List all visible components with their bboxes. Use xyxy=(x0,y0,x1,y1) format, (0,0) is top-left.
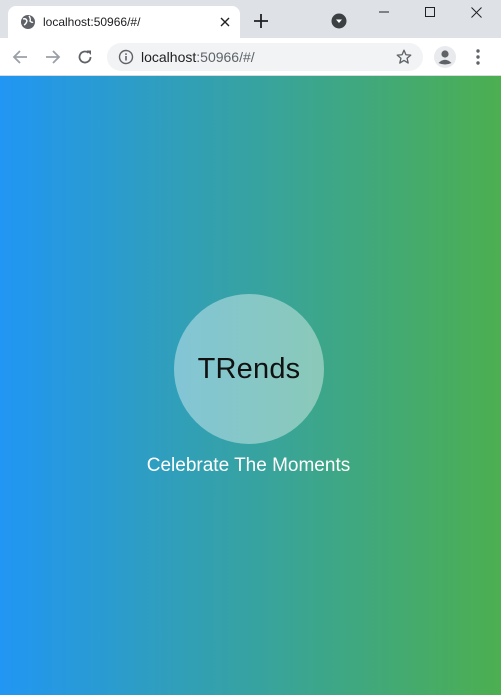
globe-icon xyxy=(21,15,35,29)
star-icon[interactable] xyxy=(395,48,413,66)
close-tab-icon[interactable] xyxy=(216,13,234,31)
more-menu-button[interactable] xyxy=(468,47,488,67)
logo-circle: TRends xyxy=(174,294,324,444)
minimize-icon xyxy=(379,11,389,13)
reload-icon xyxy=(78,50,92,64)
browser-tab[interactable]: localhost:50966/#/ xyxy=(8,6,240,38)
url-host: localhost xyxy=(141,49,197,65)
close-icon xyxy=(470,6,482,18)
address-bar[interactable]: localhost:50966/#/ xyxy=(107,43,423,71)
forward-button[interactable] xyxy=(43,47,63,67)
minimize-button[interactable] xyxy=(361,0,407,24)
maximize-button[interactable] xyxy=(407,0,453,24)
page-viewport: TRends Celebrate The Moments xyxy=(0,76,501,695)
browser-titlebar: localhost:50966/#/ xyxy=(0,0,501,38)
browser-toolbar: localhost:50966/#/ xyxy=(0,38,501,76)
url-text[interactable]: localhost:50966/#/ xyxy=(141,49,255,65)
maximize-icon xyxy=(425,7,435,17)
logo-text: TRends xyxy=(197,352,301,385)
arrow-left-icon xyxy=(12,50,27,64)
vertical-dots-icon xyxy=(476,49,480,65)
back-button[interactable] xyxy=(10,47,30,67)
close-window-button[interactable] xyxy=(453,0,499,24)
reload-button[interactable] xyxy=(75,47,95,67)
tagline: Celebrate The Moments xyxy=(146,455,351,476)
info-icon[interactable] xyxy=(118,49,134,65)
url-path: :50966/#/ xyxy=(196,49,255,65)
new-tab-button[interactable] xyxy=(251,11,271,31)
tab-title: localhost:50966/#/ xyxy=(43,15,141,29)
plus-icon xyxy=(254,14,268,28)
arrow-right-icon xyxy=(46,50,61,64)
profile-icon[interactable] xyxy=(433,45,457,69)
tab-search-icon[interactable] xyxy=(331,13,347,29)
